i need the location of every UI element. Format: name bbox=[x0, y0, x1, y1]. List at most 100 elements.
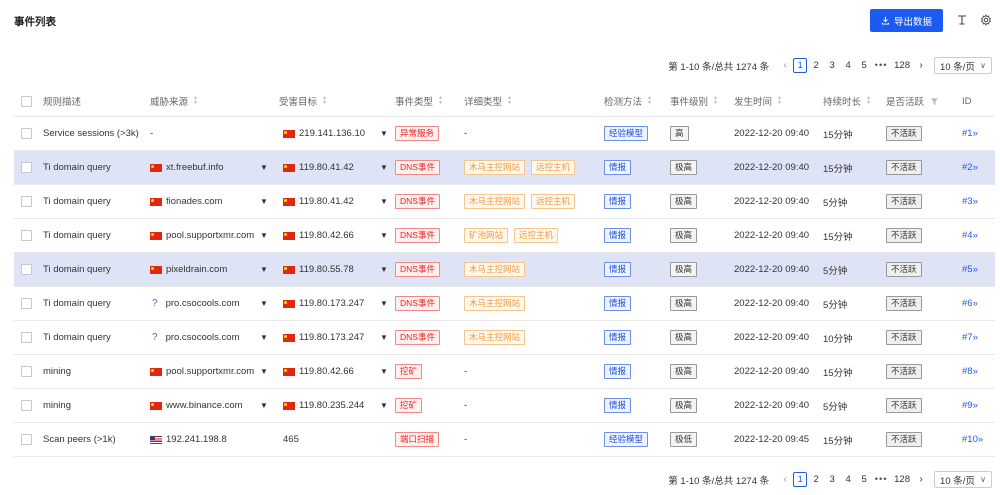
target-dropdown-icon[interactable]: ▼ bbox=[380, 163, 388, 172]
table-row[interactable]: Ti domain query? pro.csocools.com ▼ 119.80.… bbox=[14, 287, 995, 321]
victim-target[interactable]: 119.80.173.247 bbox=[299, 332, 364, 343]
victim-target[interactable]: 119.80.42.66 bbox=[299, 366, 354, 377]
threat-source[interactable]: 192.241.198.8 bbox=[166, 434, 227, 445]
pagination-ellipsis[interactable]: ••• bbox=[872, 60, 890, 71]
row-checkbox[interactable] bbox=[21, 162, 32, 173]
col-detail-type[interactable]: 详细类型 ▲ ▼ bbox=[464, 86, 512, 116]
source-dropdown-icon[interactable]: ▼ bbox=[260, 299, 268, 308]
filter-icon[interactable] bbox=[930, 97, 939, 106]
row-checkbox[interactable] bbox=[21, 264, 32, 275]
col-time[interactable]: 发生时间 ▲ ▼ bbox=[734, 86, 782, 116]
page-5[interactable]: 5 bbox=[857, 472, 871, 487]
row-checkbox[interactable] bbox=[21, 332, 32, 343]
event-id-link[interactable]: #5» bbox=[962, 264, 978, 275]
col-method[interactable]: 检测方法 ▲ ▼ bbox=[604, 86, 652, 116]
sort-icon[interactable]: ▲ ▼ bbox=[507, 96, 512, 106]
event-id-link[interactable]: #2» bbox=[962, 162, 978, 173]
source-dropdown-icon[interactable]: ▼ bbox=[260, 367, 268, 376]
table-row[interactable]: mining pool.supportxmr.com ▼ 119.80.42.66 ▼ 挖… bbox=[14, 355, 995, 389]
page-1[interactable]: 1 bbox=[793, 58, 808, 73]
target-dropdown-icon[interactable]: ▼ bbox=[380, 401, 388, 410]
sort-icon[interactable]: ▲ ▼ bbox=[322, 96, 327, 106]
page-size-select[interactable]: 10 条/页 ∨ bbox=[934, 471, 992, 488]
page-2[interactable]: 2 bbox=[809, 472, 823, 487]
row-checkbox[interactable] bbox=[21, 128, 32, 139]
threat-source[interactable]: pro.csocools.com bbox=[166, 298, 240, 309]
event-id-link[interactable]: #4» bbox=[962, 230, 978, 241]
col-target[interactable]: 受害目标 ▲ ▼ bbox=[279, 86, 327, 116]
col-duration[interactable]: 持续时长 ▲ ▼ bbox=[823, 86, 871, 116]
page-5[interactable]: 5 bbox=[857, 58, 871, 73]
sort-icon[interactable]: ▲ ▼ bbox=[777, 96, 782, 106]
row-checkbox[interactable] bbox=[21, 196, 32, 207]
col-source[interactable]: 威胁来源 ▲ ▼ bbox=[150, 86, 198, 116]
source-dropdown-icon[interactable]: ▼ bbox=[260, 231, 268, 240]
event-id-link[interactable]: #10» bbox=[962, 434, 983, 445]
target-dropdown-icon[interactable]: ▼ bbox=[380, 367, 388, 376]
page-last[interactable]: 128 bbox=[891, 58, 913, 73]
sort-icon[interactable]: ▲ ▼ bbox=[438, 96, 443, 106]
row-checkbox[interactable] bbox=[21, 298, 32, 309]
text-height-icon[interactable] bbox=[956, 14, 968, 26]
event-id-link[interactable]: #1» bbox=[962, 128, 978, 139]
row-checkbox[interactable] bbox=[21, 434, 32, 445]
col-active[interactable]: 是否活跃 bbox=[886, 86, 939, 116]
page-size-select[interactable]: 10 条/页 ∨ bbox=[934, 57, 992, 74]
next-page-icon[interactable]: › bbox=[914, 60, 928, 71]
source-dropdown-icon[interactable]: ▼ bbox=[260, 197, 268, 206]
table-row[interactable]: Ti domain query fionades.com ▼ 119.80.41.42… bbox=[14, 185, 995, 219]
threat-source[interactable]: pool.supportxmr.com bbox=[166, 366, 254, 377]
victim-target[interactable]: 119.80.235.244 bbox=[299, 400, 364, 411]
event-id-link[interactable]: #6» bbox=[962, 298, 978, 309]
sort-icon[interactable]: ▲ ▼ bbox=[647, 96, 652, 106]
victim-target[interactable]: 465 bbox=[283, 434, 299, 445]
threat-source[interactable]: pool.supportxmr.com bbox=[166, 230, 254, 241]
table-row[interactable]: Ti domain query pixeldrain.com ▼ 119.80.55.… bbox=[14, 253, 995, 287]
threat-source[interactable]: pixeldrain.com bbox=[166, 264, 227, 275]
target-dropdown-icon[interactable]: ▼ bbox=[380, 265, 388, 274]
col-level[interactable]: 事件级别 ▲ ▼ bbox=[670, 86, 718, 116]
sort-icon[interactable]: ▲ ▼ bbox=[866, 96, 871, 106]
event-id-link[interactable]: #7» bbox=[962, 332, 978, 343]
page-1[interactable]: 1 bbox=[793, 472, 808, 487]
threat-source[interactable]: fionades.com bbox=[166, 196, 223, 207]
threat-source[interactable]: www.binance.com bbox=[166, 400, 243, 411]
target-dropdown-icon[interactable]: ▼ bbox=[380, 299, 388, 308]
table-row[interactable]: mining www.binance.com ▼ 119.80.235.244 ▼ 挖矿 -… bbox=[14, 389, 995, 423]
page-4[interactable]: 4 bbox=[841, 58, 855, 73]
next-page-icon[interactable]: › bbox=[914, 474, 928, 485]
event-id-link[interactable]: #3» bbox=[962, 196, 978, 207]
victim-target[interactable]: 119.80.42.66 bbox=[299, 230, 354, 241]
source-dropdown-icon[interactable]: ▼ bbox=[260, 163, 268, 172]
target-dropdown-icon[interactable]: ▼ bbox=[380, 231, 388, 240]
source-dropdown-icon[interactable]: ▼ bbox=[260, 401, 268, 410]
event-id-link[interactable]: #8» bbox=[962, 366, 978, 377]
victim-target[interactable]: 119.80.173.247 bbox=[299, 298, 364, 309]
victim-target[interactable]: 119.80.41.42 bbox=[299, 162, 354, 173]
target-dropdown-icon[interactable]: ▼ bbox=[380, 333, 388, 342]
page-4[interactable]: 4 bbox=[841, 472, 855, 487]
sort-icon[interactable]: ▲ ▼ bbox=[713, 96, 718, 106]
threat-source[interactable]: xt.freebuf.info bbox=[166, 162, 224, 173]
row-checkbox[interactable] bbox=[21, 366, 32, 377]
target-dropdown-icon[interactable]: ▼ bbox=[380, 129, 388, 138]
settings-icon[interactable] bbox=[980, 14, 992, 26]
table-row[interactable]: Service sessions (>3k) -219.141.136.10 ▼ 异常… bbox=[14, 117, 995, 151]
table-row[interactable]: Ti domain query pool.supportxmr.com ▼ 119.8… bbox=[14, 219, 995, 253]
page-3[interactable]: 3 bbox=[825, 58, 839, 73]
target-dropdown-icon[interactable]: ▼ bbox=[380, 197, 388, 206]
row-checkbox[interactable] bbox=[21, 230, 32, 241]
table-row[interactable]: Ti domain query xt.freebuf.info ▼ 119.80.41… bbox=[14, 151, 995, 185]
table-row[interactable]: Ti domain query? pro.csocools.com ▼ 119.80.… bbox=[14, 321, 995, 355]
source-dropdown-icon[interactable]: ▼ bbox=[260, 265, 268, 274]
prev-page-icon[interactable]: ‹ bbox=[778, 474, 792, 485]
table-row[interactable]: Scan peers (>1k) 192.241.198.8 465 端口扫描 - 经验模… bbox=[14, 423, 995, 457]
victim-target[interactable]: 119.80.41.42 bbox=[299, 196, 354, 207]
page-last[interactable]: 128 bbox=[891, 472, 913, 487]
threat-source[interactable]: pro.csocools.com bbox=[166, 332, 240, 343]
event-id-link[interactable]: #9» bbox=[962, 400, 978, 411]
victim-target[interactable]: 219.141.136.10 bbox=[299, 128, 365, 139]
prev-page-icon[interactable]: ‹ bbox=[778, 60, 792, 71]
pagination-ellipsis[interactable]: ••• bbox=[872, 474, 890, 485]
export-data-button[interactable]: 导出数据 bbox=[870, 9, 943, 32]
